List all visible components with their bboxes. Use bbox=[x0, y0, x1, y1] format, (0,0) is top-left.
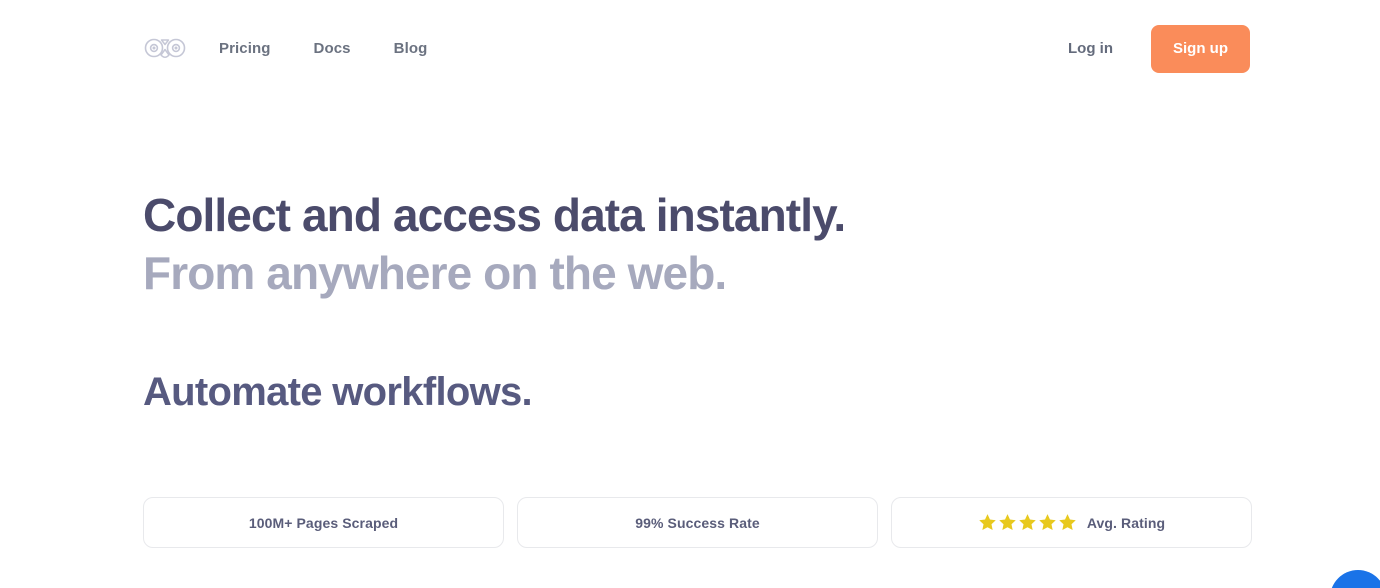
stat-card-success-rate: 99% Success Rate bbox=[517, 497, 878, 548]
nav-right-group: Log in Sign up bbox=[1068, 24, 1250, 73]
hero-section: Collect and access data instantly. From … bbox=[143, 186, 1243, 302]
star-icon bbox=[1058, 513, 1077, 532]
nav-link-pricing[interactable]: Pricing bbox=[219, 40, 271, 57]
hero-headline-line2: From anywhere on the web. bbox=[143, 247, 727, 299]
stat-card-pages-scraped: 100M+ Pages Scraped bbox=[143, 497, 504, 548]
stats-row: 100M+ Pages Scraped 99% Success Rate Avg… bbox=[143, 497, 1252, 548]
chat-bubble-icon[interactable] bbox=[1330, 570, 1380, 588]
nav-link-docs[interactable]: Docs bbox=[314, 40, 351, 57]
hero-subheadline: Automate workflows. bbox=[143, 370, 533, 414]
stat-label: 99% Success Rate bbox=[635, 514, 760, 531]
login-link[interactable]: Log in bbox=[1068, 40, 1113, 57]
site-header: Pricing Docs Blog Log in Sign up bbox=[0, 0, 1380, 97]
star-icon bbox=[998, 513, 1017, 532]
hero-headline-line1: Collect and access data instantly. bbox=[143, 189, 846, 241]
nav-left-group: Pricing Docs Blog bbox=[143, 34, 427, 64]
stat-label: 100M+ Pages Scraped bbox=[248, 514, 399, 531]
owl-logo-icon[interactable] bbox=[143, 34, 187, 64]
rating-stars bbox=[978, 513, 1077, 532]
star-icon bbox=[1038, 513, 1057, 532]
star-icon bbox=[1018, 513, 1037, 532]
stat-card-avg-rating: Avg. Rating bbox=[891, 497, 1252, 548]
signup-button[interactable]: Sign up bbox=[1151, 24, 1250, 73]
stat-label: Avg. Rating bbox=[1086, 514, 1166, 531]
star-icon bbox=[978, 513, 997, 532]
nav-link-blog[interactable]: Blog bbox=[394, 40, 428, 57]
